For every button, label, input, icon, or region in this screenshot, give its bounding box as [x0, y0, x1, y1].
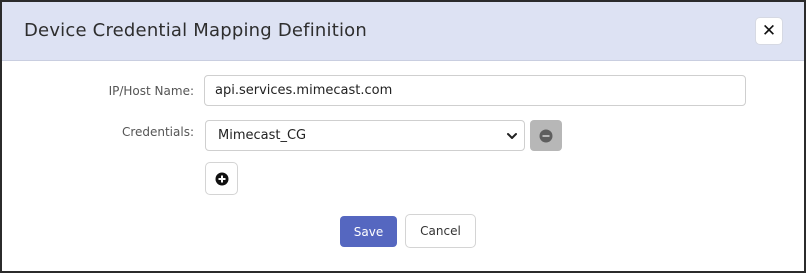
close-icon: ✕ [761, 20, 777, 41]
chevron-down-icon [507, 133, 517, 139]
dialog-header: Device Credential Mapping Definition ✕ [2, 2, 804, 61]
minus-circle-icon [539, 129, 553, 142]
save-button[interactable]: Save [340, 216, 397, 247]
credential-mapping-dialog: Device Credential Mapping Definition ✕ I… [0, 0, 806, 273]
credentials-selected-value: Mimecast_CG [218, 128, 307, 143]
host-name-label: IP/Host Name: [108, 84, 194, 98]
add-credential-button[interactable] [205, 162, 238, 195]
host-name-input[interactable] [204, 75, 746, 106]
credentials-select[interactable]: Mimecast_CG [205, 120, 525, 151]
plus-circle-icon [215, 172, 228, 185]
credentials-label: Credentials: [121, 125, 194, 139]
close-button[interactable]: ✕ [756, 18, 782, 44]
remove-credential-button[interactable] [530, 120, 562, 151]
dialog-title: Device Credential Mapping Definition [24, 20, 367, 41]
cancel-button[interactable]: Cancel [405, 214, 476, 248]
